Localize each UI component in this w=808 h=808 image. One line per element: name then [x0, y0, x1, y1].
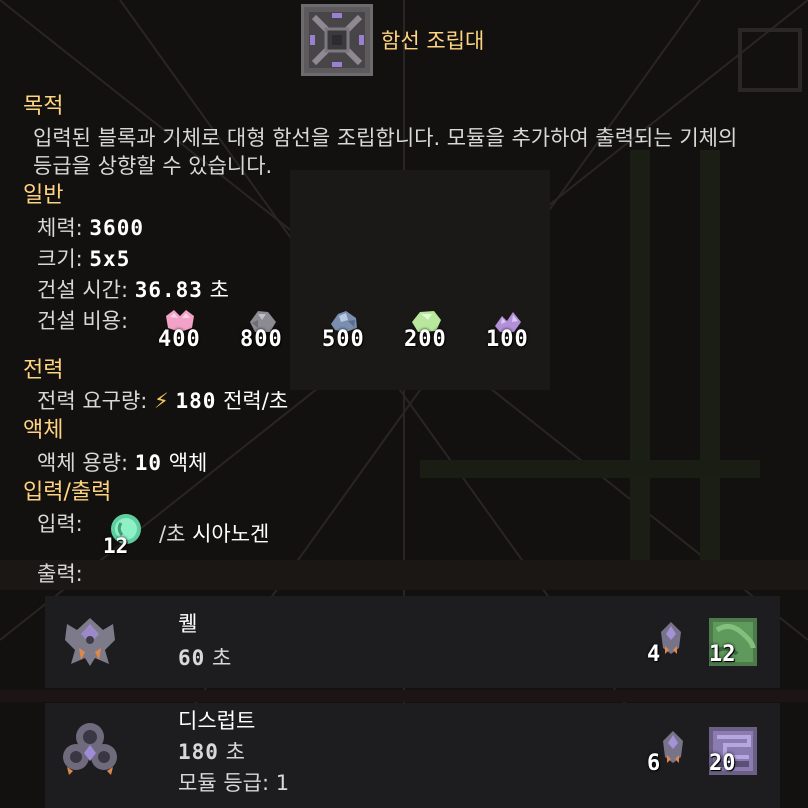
ship-assembler-icon	[301, 4, 373, 76]
section-io-heading: 입력/출력	[23, 480, 112, 505]
disrupt-unit-icon	[63, 723, 117, 775]
requirement-amount: 20	[709, 751, 736, 776]
build-cost-list: 400 800 500 200 100	[158, 306, 568, 354]
stat-build-cost-label: 건설 비용:	[37, 309, 129, 333]
output-time-value: 180	[178, 740, 219, 764]
stat-liquid-unit: 액체	[168, 451, 208, 475]
stat-size-value: 5x5	[89, 247, 131, 271]
requirement-item: 12	[709, 618, 757, 667]
stat-liquid-label: 액체 용량:	[37, 451, 129, 475]
cost-item: 500	[322, 306, 404, 354]
requirement-item: 4	[647, 618, 695, 667]
stat-size-label: 크기:	[37, 247, 83, 271]
stat-power-label: 전력 요구량:	[37, 389, 148, 413]
output-time: 180 초	[178, 736, 245, 766]
output-time: 60 초	[178, 642, 231, 672]
section-general-heading: 일반	[23, 183, 64, 208]
cost-amount: 400	[158, 327, 201, 352]
stat-build-time-label: 건설 시간:	[37, 278, 129, 302]
requirement-amount: 12	[709, 642, 736, 667]
cost-item: 400	[158, 306, 240, 354]
input-rate: /초	[159, 522, 186, 546]
purpose-description: 입력된 블록과 기체로 대형 함선을 조립합니다. 모듈을 추가하여 출력되는 …	[33, 126, 738, 178]
output-module-tier: 모듈 등급: 1	[178, 771, 290, 795]
cost-amount: 200	[404, 327, 447, 352]
stat-build-time-value: 36.83	[134, 278, 203, 302]
output-time-unit: 초	[211, 646, 232, 670]
stat-power-value: 180	[175, 389, 217, 413]
stat-health: 체력: 3600	[37, 214, 144, 242]
output-card[interactable]: 디스럽트 180 초 모듈 등급: 1 6 20	[45, 703, 780, 808]
stat-build-time: 건설 시간: 36.83 초	[37, 276, 229, 304]
requirement-amount: 4	[647, 642, 661, 667]
cost-item: 100	[486, 306, 568, 354]
stat-liquid-value: 10	[134, 451, 163, 475]
stat-health-label: 체력:	[37, 216, 83, 240]
section-purpose-heading: 목적	[23, 94, 64, 119]
lightning-icon: ⚡	[154, 389, 169, 413]
input-name: 시아노겐	[192, 522, 270, 546]
input-rate-line: /초 시아노겐	[159, 520, 269, 548]
input-label: 입력:	[37, 512, 83, 536]
cost-item: 800	[240, 306, 322, 354]
block-header: 함선 조립대	[301, 4, 484, 76]
cost-amount: 500	[322, 327, 365, 352]
output-unit-name: 디스럽트	[178, 709, 256, 733]
output-time-unit: 초	[225, 740, 245, 764]
cost-item: 200	[404, 306, 486, 354]
section-power-heading: 전력	[23, 358, 64, 383]
requirement-item: 20	[709, 727, 757, 776]
cost-amount: 100	[486, 327, 529, 352]
output-time-value: 60	[178, 646, 206, 670]
quell-unit-icon	[65, 618, 115, 666]
stat-health-value: 3600	[89, 216, 144, 240]
cost-amount: 800	[240, 327, 283, 352]
input-amount: 12	[103, 534, 129, 558]
block-title: 함선 조립대	[381, 29, 485, 53]
requirement-amount: 6	[647, 751, 661, 776]
output-unit-name: 퀠	[178, 612, 198, 636]
stat-power-usage: 전력 요구량: ⚡ 180 전력/초	[37, 387, 288, 415]
section-liquid-heading: 액체	[23, 418, 64, 443]
stat-build-time-unit: 초	[209, 278, 229, 302]
input-item: 12	[103, 512, 147, 558]
output-card[interactable]: 퀠 60 초 4 12	[45, 596, 780, 688]
output-label: 출력:	[37, 562, 83, 586]
requirement-item: 6	[647, 727, 695, 776]
stat-power-unit: 전력/초	[223, 389, 289, 413]
stat-liquid-capacity: 액체 용량: 10 액체	[37, 449, 207, 477]
stat-size: 크기: 5x5	[37, 245, 130, 273]
